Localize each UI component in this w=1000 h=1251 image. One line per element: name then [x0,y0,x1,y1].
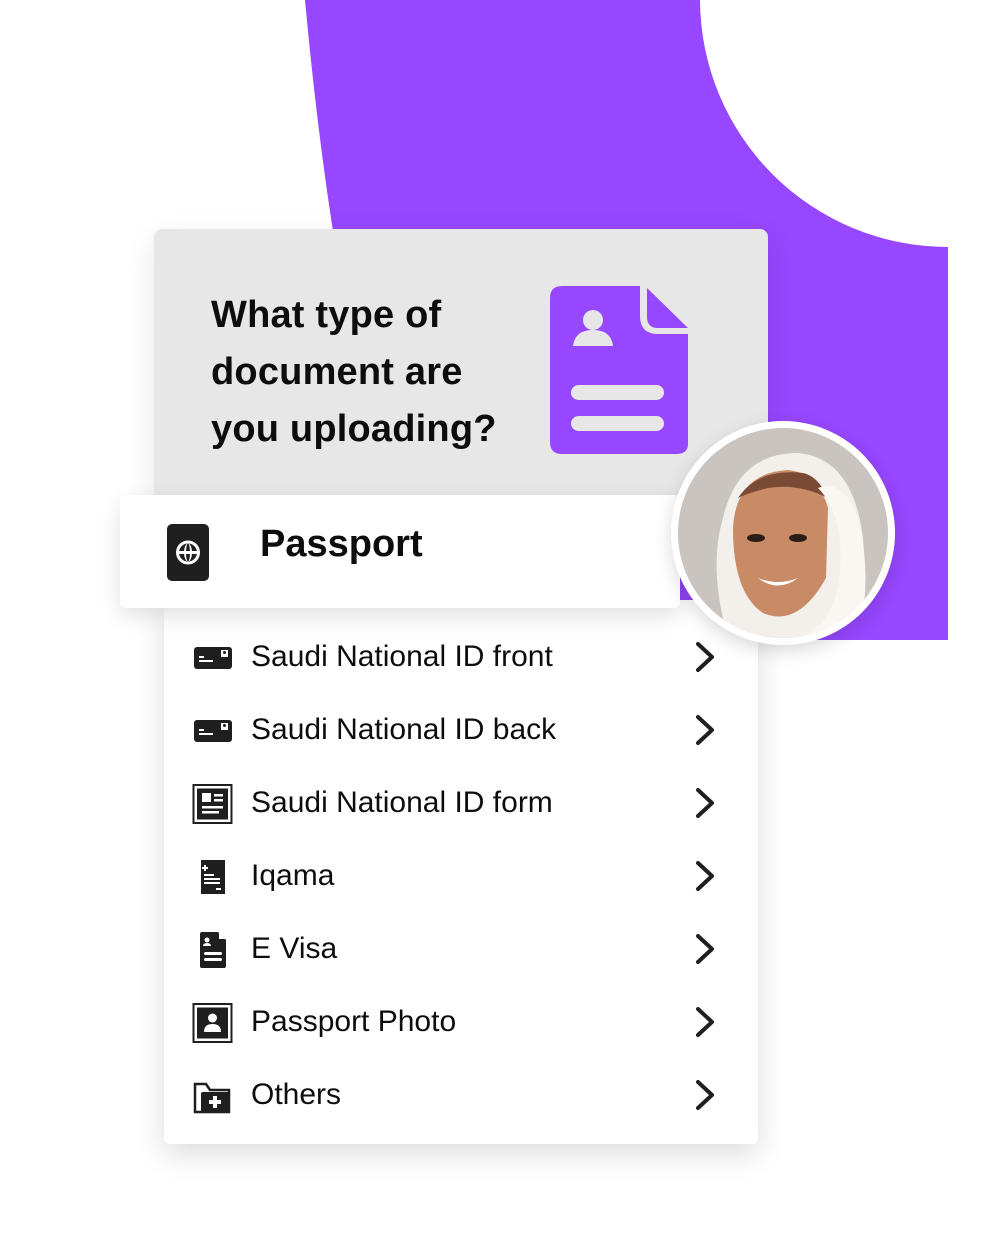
portrait-icon [192,1003,233,1043]
selected-label: Passport [260,523,423,565]
avatar-photo [678,428,888,638]
question-title: What type of document are you uploading? [211,294,497,450]
document-type-list: Saudi National ID front Saudi National I… [164,600,758,1144]
list-item-saudi-id-form[interactable]: Saudi National ID form [164,770,758,834]
option-label: Saudi National ID form [251,786,553,819]
id-card-icon [194,647,232,669]
chevron-right-icon [696,788,714,818]
chevron-right-icon [696,1080,714,1110]
chevron-right-icon [696,934,714,964]
selected-document-type[interactable]: Passport [120,495,680,608]
list-item-iqama[interactable]: Iqama [164,843,758,907]
chevron-right-icon [696,861,714,891]
document-person-icon [550,286,688,454]
chevron-right-icon [696,642,714,672]
passport-globe-icon [167,524,209,581]
id-form-icon [192,784,233,824]
option-label: Saudi National ID back [251,713,557,746]
receipt-icon [201,860,225,894]
option-label: Others [251,1078,342,1111]
list-item-e-visa[interactable]: E Visa [164,916,758,980]
document-person-icon [200,931,227,968]
list-item-passport-photo[interactable]: Passport Photo [164,989,758,1053]
option-label: Saudi National ID front [251,640,553,673]
list-item-saudi-id-front[interactable]: Saudi National ID front [164,624,758,688]
option-label: Iqama [251,859,335,892]
option-label: E Visa [251,932,338,965]
question-card: What type of document are you uploading? [154,229,768,529]
list-item-saudi-id-back[interactable]: Saudi National ID back [164,697,758,761]
id-card-icon [194,720,232,742]
chevron-right-icon [696,715,714,745]
avatar [671,421,895,645]
chevron-right-icon [696,1007,714,1037]
option-label: Passport Photo [251,1005,457,1038]
list-item-others[interactable]: Others [164,1062,758,1126]
folder-plus-icon [193,1082,231,1114]
